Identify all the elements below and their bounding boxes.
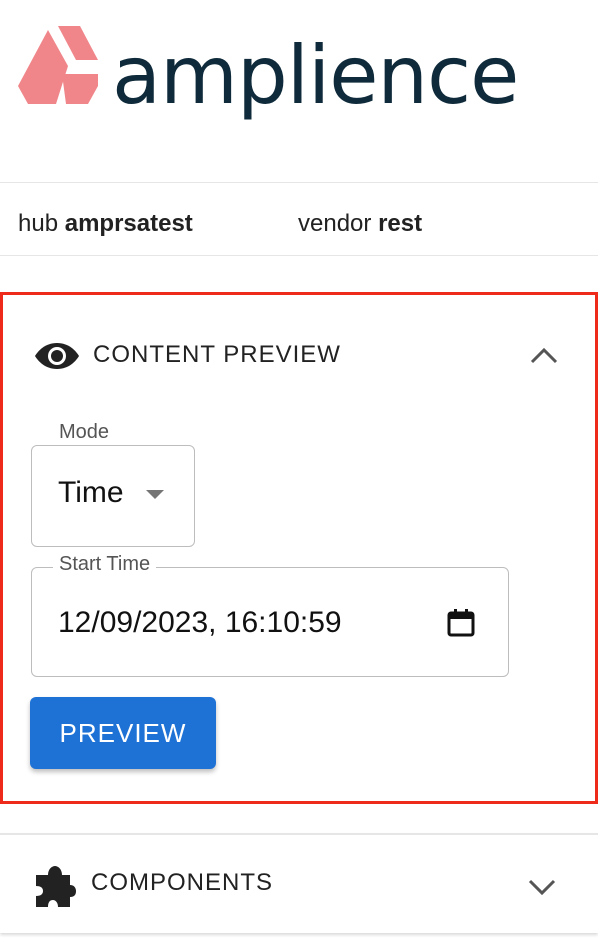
chevron-down-icon[interactable] xyxy=(527,877,557,897)
brand-name: amplience xyxy=(112,29,519,122)
app-header: amplience xyxy=(0,0,598,183)
amplience-logo-icon xyxy=(18,26,98,104)
hub-info: hub amprsatest xyxy=(18,210,193,238)
components-title: COMPONENTS xyxy=(91,869,274,896)
start-time-value: 12/09/2023, 16:10:59 xyxy=(58,606,342,639)
components-section[interactable]: COMPONENTS xyxy=(0,833,598,933)
vendor-info: vendor rest xyxy=(298,210,422,238)
mode-label: Mode xyxy=(53,421,116,444)
mode-select[interactable]: Time xyxy=(31,445,195,547)
hub-prefix: hub xyxy=(18,210,59,237)
content-preview-title: CONTENT PREVIEW xyxy=(93,341,341,368)
preview-button[interactable]: PREVIEW xyxy=(30,697,216,769)
start-time-field[interactable]: 12/09/2023, 16:10:59 xyxy=(31,567,509,677)
mode-select-value: Time xyxy=(58,476,124,509)
hub-value: amprsatest xyxy=(64,210,193,237)
vendor-prefix: vendor xyxy=(298,210,372,237)
chevron-up-icon[interactable] xyxy=(529,345,559,365)
content-preview-panel: CONTENT PREVIEW Time Mode 12/09/2023, 16… xyxy=(0,292,598,804)
content-preview-header[interactable]: CONTENT PREVIEW xyxy=(35,339,575,375)
info-bar: hub amprsatest vendor rest xyxy=(0,184,598,256)
start-time-label: Start Time xyxy=(53,553,157,576)
calendar-icon[interactable] xyxy=(446,608,476,638)
dropdown-caret-icon xyxy=(146,490,164,499)
puzzle-icon xyxy=(36,866,76,907)
vendor-value: rest xyxy=(378,210,423,237)
eye-icon xyxy=(35,343,79,369)
